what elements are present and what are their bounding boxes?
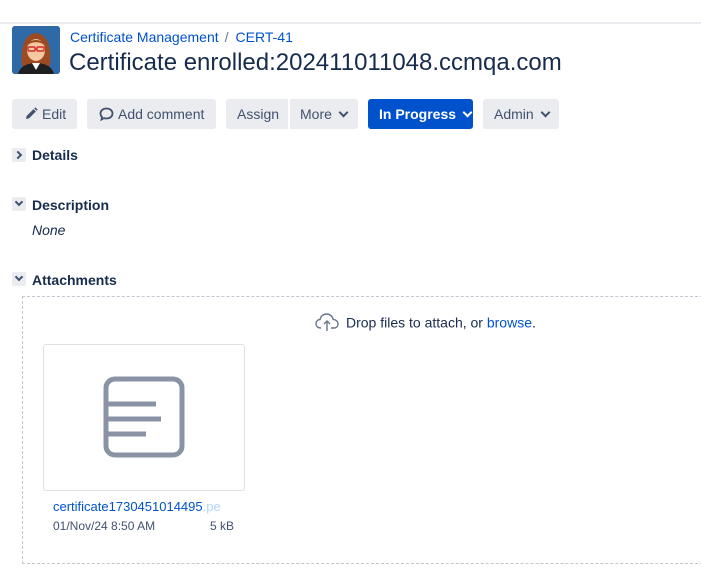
- attachment-thumbnail[interactable]: [43, 344, 245, 491]
- attachment-size: 5 kB: [210, 519, 235, 533]
- admin-dropdown-button[interactable]: Admin: [483, 99, 559, 129]
- attachments-heading[interactable]: Attachments: [32, 272, 117, 288]
- pencil-icon: [26, 107, 38, 119]
- description-value[interactable]: None: [32, 222, 65, 238]
- chevron-down-icon: [462, 107, 473, 118]
- admin-label: Admin: [494, 106, 534, 122]
- edit-button[interactable]: Edit: [12, 99, 77, 129]
- attachment-filename-faded: .pe: [202, 499, 221, 514]
- breadcrumb-separator: /: [224, 29, 229, 45]
- user-avatar-icon: [12, 26, 60, 74]
- attachments-toggle[interactable]: [12, 272, 26, 286]
- chevron-down-icon: [540, 107, 551, 118]
- top-divider: [0, 22, 701, 24]
- breadcrumb: Certificate Management / CERT-41: [70, 29, 293, 45]
- breadcrumb-issue-key-link[interactable]: CERT-41: [236, 29, 293, 45]
- attachment-filename: certificate1730451014495: [53, 499, 203, 514]
- attachment-date: 01/Nov/24 8:50 AM: [53, 519, 156, 533]
- browse-link[interactable]: browse: [487, 315, 532, 331]
- assign-label: Assign: [237, 106, 280, 122]
- add-comment-button[interactable]: Add comment: [87, 99, 216, 129]
- chevron-down-icon: [338, 107, 349, 118]
- document-icon: [103, 376, 185, 458]
- drop-text-suffix: .: [531, 314, 536, 331]
- issue-title[interactable]: Certificate enrolled:202411011048.ccmqa.…: [69, 49, 562, 77]
- add-comment-label: Add comment: [118, 106, 205, 122]
- drop-files-message: Drop files to attach, or browse.: [314, 313, 536, 334]
- description-toggle[interactable]: [12, 197, 26, 211]
- status-dropdown-button[interactable]: In Progress: [368, 99, 473, 129]
- speech-bubble-icon: [99, 107, 114, 122]
- attachment-filename-link[interactable]: certificate1730451014495.pe: [53, 499, 233, 514]
- details-heading[interactable]: Details: [32, 147, 78, 163]
- description-heading[interactable]: Description: [32, 197, 109, 213]
- more-dropdown-button[interactable]: More: [290, 99, 358, 129]
- chevron-right-icon: [13, 150, 23, 160]
- edit-label: Edit: [42, 106, 67, 122]
- breadcrumb-project-link[interactable]: Certificate Management: [70, 29, 219, 45]
- chevron-down-icon: [14, 197, 24, 207]
- cloud-upload-icon: [315, 313, 339, 331]
- assign-button[interactable]: Assign: [226, 99, 288, 129]
- status-label: In Progress: [379, 106, 457, 122]
- chevron-down-icon: [14, 272, 24, 282]
- drop-text: Drop files to attach, or: [346, 314, 487, 331]
- details-toggle[interactable]: [12, 148, 26, 162]
- more-label: More: [300, 106, 332, 122]
